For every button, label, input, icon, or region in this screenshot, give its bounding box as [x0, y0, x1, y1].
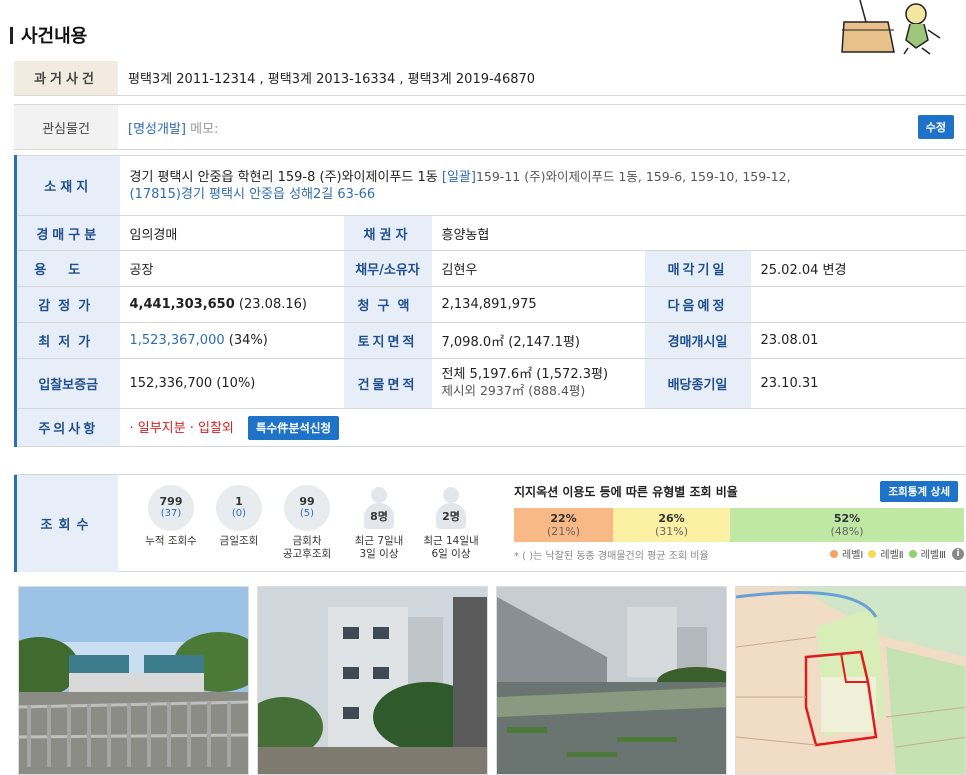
building-area-value: 전체 5,197.6㎡ (1,572.3평) [441, 367, 609, 382]
notes-value: · 일부지분 · 입찰외 [129, 420, 234, 436]
ratio-bar-sub: (31%) [654, 525, 689, 538]
ratio-bar-sub: (21%) [546, 525, 581, 538]
next-schedule-label: 다음예정 [644, 286, 751, 323]
land-area-value: 7,098.0㎡ (2,147.1평) [431, 322, 645, 359]
building-excl-value: 제시외 2937㎡ (888.4평) [441, 383, 586, 398]
next-schedule-value [750, 286, 966, 323]
stat-round-views: 99 (5) 금회차 공고후조회 [267, 485, 347, 561]
edit-button[interactable]: 수정 [917, 115, 954, 139]
case-details-table: 소재지 경기 평택시 안중읍 학현리 159-8 (주)와이제이푸드 1동 [일… [14, 155, 966, 447]
past-cases-label: 과거사건 [14, 61, 118, 96]
ratio-bar-pct: 52% [833, 512, 861, 525]
ratio-bar-pct: 22% [550, 512, 577, 525]
past-cases-table: 과거사건 평택3계 2011-12314 , 평택3계 2013-16334 ,… [14, 61, 966, 96]
building-area-label: 건물면적 [343, 358, 432, 409]
view-stats-section: 조회수 799 (37) 누적 조회수 1 (0) 금일조회 99 (5) 금회차 공고… [14, 474, 966, 572]
interest-row: 관심물건 [명성개발] 메모: 수정 [14, 104, 966, 150]
view-ratio-footnote: * ( )는 낙찰된 동종 경매물건의 평균 조회 비율 [514, 551, 709, 562]
appraisal-label: 감정가 [14, 286, 120, 323]
ratio-bar-2: 26% (31%) [613, 508, 730, 542]
title-accent-bar [10, 26, 13, 44]
stat-recent-14days: 2명 최근 14일내 6일 이상 [411, 485, 491, 561]
min-price-pct: (34%) [228, 333, 268, 348]
page-title: 사건내용 [10, 22, 87, 48]
view-ratio-panel: 지지옥션 이용도 등에 따른 유형별 조회 비율 조회통계 상세 22% (21%… [514, 481, 964, 562]
claim-label: 청구액 [343, 286, 432, 323]
photo-flooded-yard[interactable] [496, 586, 727, 775]
dividend-deadline-value: 23.10.31 [750, 358, 966, 409]
location-line1: 경기 평택시 안중읍 학현리 159-8 (주)와이제이푸드 1동 [129, 170, 438, 185]
land-area-label: 토지면적 [343, 322, 432, 359]
interest-tag[interactable]: [명성개발] [128, 122, 186, 137]
ratio-bar-sub: (48%) [830, 525, 864, 538]
photo-building[interactable] [257, 586, 488, 775]
ratio-bar-1: 22% (21%) [514, 508, 613, 542]
info-icon[interactable]: i [952, 547, 964, 560]
debtor-label: 채무/소유자 [343, 250, 432, 287]
auction-type-value: 임의경매 [119, 215, 344, 251]
person-icon: 2명 [428, 485, 474, 531]
creditor-label: 채권자 [343, 215, 432, 251]
view-count-label: 조회수 [14, 475, 118, 572]
location-line2[interactable]: (17815)경기 평택시 안중읍 성해2길 63-66 [130, 187, 376, 202]
ratio-bar-3: 52% (48%) [730, 508, 964, 542]
sale-date-label: 매각기일 [644, 250, 751, 287]
mascot-illustration [841, 0, 941, 55]
dividend-deadline-label: 배당종기일 [644, 358, 751, 409]
photo-factory-gate[interactable] [18, 586, 249, 775]
min-price-label: 최저가 [14, 322, 120, 359]
special-analysis-button[interactable]: 특수件분석신청 [248, 415, 340, 440]
page-title-text: 사건내용 [21, 26, 88, 47]
claim-value: 2,134,891,975 [431, 286, 645, 323]
stat-recent-7days: 8명 최근 7일내 3일 이상 [339, 485, 419, 561]
view-ratio-bars: 22% (21%) 26% (31%) 52% (48%) [514, 508, 964, 542]
past-cases-value[interactable]: 평택3계 2011-12314 , 평택3계 2013-16334 , 평택3계… [118, 61, 966, 96]
usage-value: 공장 [119, 250, 344, 287]
ratio-bar-pct: 26% [658, 512, 685, 525]
min-price-amount: 1,523,367,000 [129, 333, 225, 348]
bundle-tag[interactable]: [일괄] [442, 170, 476, 185]
auction-start-value: 23.08.01 [750, 322, 966, 359]
auction-start-label: 경매개시일 [644, 322, 751, 359]
interest-memo[interactable]: 메모: [190, 122, 218, 137]
photo-cadastral-map[interactable] [735, 586, 966, 775]
person-icon: 8명 [356, 485, 402, 531]
appraisal-date: (23.08.16) [238, 297, 307, 312]
view-stats-detail-button[interactable]: 조회통계 상세 [880, 481, 958, 502]
notes-label: 주의사항 [14, 408, 120, 447]
property-photos [18, 586, 966, 775]
deposit-value: 152,336,700 (10%) [119, 358, 344, 409]
location-line1-rest: 159-11 (주)와이제이푸드 1동, 159-6, 159-10, 159-… [475, 169, 791, 184]
debtor-value: 김현우 [431, 250, 645, 287]
usage-label: 용도 [14, 250, 120, 287]
interest-label: 관심물건 [14, 105, 118, 149]
level-legend: 레벨Ⅰ 레벨Ⅱ 레벨Ⅲ i [830, 546, 964, 561]
sale-date-value: 25.02.04 변경 [750, 250, 966, 287]
appraisal-amount: 4,441,303,650 [129, 297, 235, 312]
deposit-label: 입찰보증금 [14, 358, 120, 409]
creditor-value: 흥양농협 [431, 215, 966, 251]
auction-type-label: 경매구분 [14, 215, 120, 251]
location-label: 소재지 [14, 155, 120, 216]
